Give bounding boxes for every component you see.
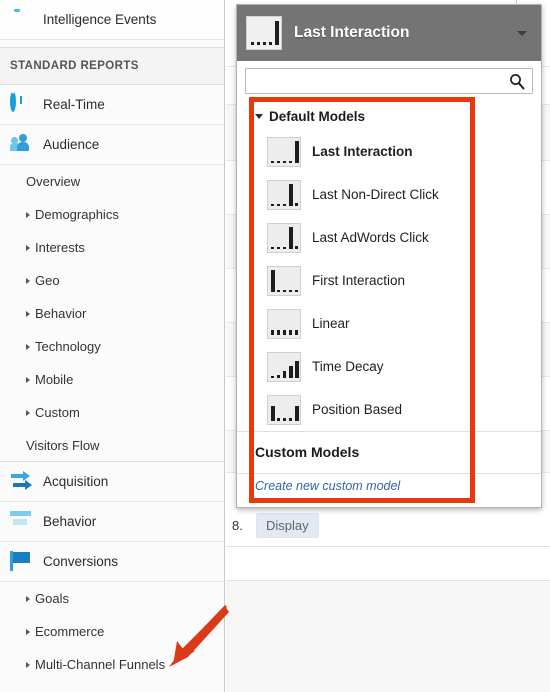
search-box[interactable]: [245, 68, 533, 94]
search-icon[interactable]: [509, 73, 525, 91]
model-chart-icon: [267, 308, 301, 339]
sidebar-subitem-visitors-flow[interactable]: Visitors Flow: [0, 429, 224, 462]
arrows-icon: [10, 470, 36, 493]
step-number: 8.: [232, 518, 243, 533]
model-row[interactable]: Last Non-Direct Click: [237, 173, 541, 216]
sidebar-subitem-label: Ecommerce: [35, 624, 105, 639]
window-icon: [10, 511, 36, 533]
sidebar-item-label: Audience: [43, 137, 100, 152]
chevron-right-icon: [26, 277, 30, 284]
model-row[interactable]: Linear: [237, 302, 541, 345]
sidebar-subitem-interests[interactable]: Interests: [0, 231, 224, 264]
sidebar-subitem-behavior[interactable]: Behavior: [0, 297, 224, 330]
model-rows-container: Last Interaction Last Non-Direct Click Las…: [237, 130, 541, 431]
sidebar-subitem-ecommerce[interactable]: Ecommerce: [0, 615, 224, 648]
chevron-right-icon: [26, 595, 30, 602]
model-row[interactable]: Last AdWords Click: [237, 216, 541, 259]
chevron-right-icon: [26, 628, 30, 635]
model-row[interactable]: Position Based: [237, 388, 541, 431]
attribution-model-dropdown-panel: Last Interaction Default Models Last Int…: [236, 4, 542, 508]
model-row[interactable]: Time Decay: [237, 345, 541, 388]
sidebar-subitem-label: Demographics: [35, 207, 119, 222]
model-chart-icon: [267, 265, 301, 296]
chevron-right-icon: [26, 343, 30, 350]
group-header-label: Default Models: [269, 108, 366, 124]
sidebar-subitem-geo[interactable]: Geo: [0, 264, 224, 297]
sidebar-subitem-label: Technology: [35, 339, 101, 354]
sidebar-subitem-multi-channel-funnels[interactable]: Multi-Channel Funnels: [0, 648, 224, 681]
sidebar-subitem-overview[interactable]: Overview: [0, 165, 224, 198]
group-header-custom-models: Custom Models: [237, 431, 541, 471]
sidebar-item-audience[interactable]: Audience: [0, 125, 224, 165]
group-header-default-models[interactable]: Default Models: [237, 102, 541, 130]
group-header-label: Custom Models: [255, 443, 360, 460]
flag-icon: [10, 550, 36, 573]
sidebar-subitem-attribution[interactable]: Attribution: [0, 681, 224, 692]
sidebar-subitem-label: Geo: [35, 273, 60, 288]
sidebar-subitem-label: Goals: [35, 591, 69, 606]
people-icon: [10, 133, 36, 156]
content-bottom-area: [226, 547, 550, 692]
sidebar-item-acquisition[interactable]: Acquisition: [0, 462, 224, 502]
sidebar-subitem-label: Interests: [35, 240, 85, 255]
model-row[interactable]: Last Interaction: [237, 130, 541, 173]
chevron-right-icon: [26, 409, 30, 416]
sidebar-subitem-goals[interactable]: Goals: [0, 582, 224, 615]
panel-header[interactable]: Last Interaction: [237, 5, 541, 61]
chevron-right-icon: [26, 661, 30, 668]
sidebar-subitem-mobile[interactable]: Mobile: [0, 363, 224, 396]
model-chart-icon: [267, 394, 301, 425]
sidebar-subitem-label: Multi-Channel Funnels: [35, 657, 166, 672]
left-navigation-sidebar: Intelligence Events STANDARD REPORTS Rea…: [0, 0, 225, 692]
model-name-label: Last Non-Direct Click: [312, 187, 439, 202]
display-button[interactable]: Display: [256, 513, 319, 538]
chevron-right-icon: [26, 211, 30, 218]
sidebar-subitem-technology[interactable]: Technology: [0, 330, 224, 363]
create-new-custom-model-link[interactable]: Create new custom model: [237, 474, 541, 493]
sidebar-item-label: Acquisition: [43, 474, 109, 489]
panel-search-area: [237, 61, 541, 102]
sidebar-subitem-custom[interactable]: Custom: [0, 396, 224, 429]
sidebar-item-label: Real-Time: [43, 97, 105, 112]
sidebar-item-label: Intelligence Events: [43, 12, 157, 27]
panel-title: Last Interaction: [294, 24, 410, 41]
search-input[interactable]: [246, 69, 532, 93]
model-list: Default Models Last Interaction Last Non-…: [237, 102, 541, 493]
model-name-label: First Interaction: [312, 273, 406, 288]
model-name-label: Last AdWords Click: [312, 230, 429, 245]
model-name-label: Last Interaction: [312, 144, 413, 159]
chevron-right-icon: [26, 310, 30, 317]
sidebar-subitem-label: Visitors Flow: [26, 437, 100, 453]
model-chart-icon: [267, 136, 301, 167]
sidebar-subitem-label: Behavior: [35, 306, 87, 321]
model-name-label: Position Based: [312, 402, 403, 417]
chevron-right-icon: [26, 244, 30, 251]
sidebar-item-conversions[interactable]: Conversions: [0, 542, 224, 582]
sidebar-item-intelligence-events[interactable]: Intelligence Events: [0, 0, 224, 40]
lightbulb-icon: [10, 9, 36, 31]
model-chart-icon: [267, 222, 301, 253]
realtime-clock-icon: [10, 90, 36, 116]
sidebar-item-real-time[interactable]: Real-Time: [0, 85, 224, 125]
sidebar-section-standard-reports: STANDARD REPORTS: [0, 47, 224, 85]
sidebar-subitem-label: Overview: [26, 174, 81, 189]
model-chart-icon: [267, 351, 301, 382]
model-row[interactable]: First Interaction: [237, 259, 541, 302]
sidebar-item-behavior[interactable]: Behavior: [0, 502, 224, 542]
sidebar-subitem-label: Custom: [35, 405, 80, 420]
sidebar-subitem-label: Mobile: [35, 372, 74, 387]
last-interaction-chart-icon: [246, 16, 282, 50]
model-name-label: Time Decay: [312, 359, 384, 374]
model-chart-icon: [267, 179, 301, 210]
sidebar-item-label: Conversions: [43, 554, 119, 569]
screenshot-root: ium for 8. Display Intelligence Events S…: [0, 0, 550, 692]
sidebar-item-label: Behavior: [43, 514, 97, 529]
chevron-down-icon: [255, 113, 263, 119]
chevron-right-icon: [26, 376, 30, 383]
display-step-row: 8. Display: [226, 505, 550, 547]
chevron-down-icon[interactable]: [517, 31, 527, 36]
sidebar-subitem-demographics[interactable]: Demographics: [0, 198, 224, 231]
model-name-label: Linear: [312, 316, 350, 331]
